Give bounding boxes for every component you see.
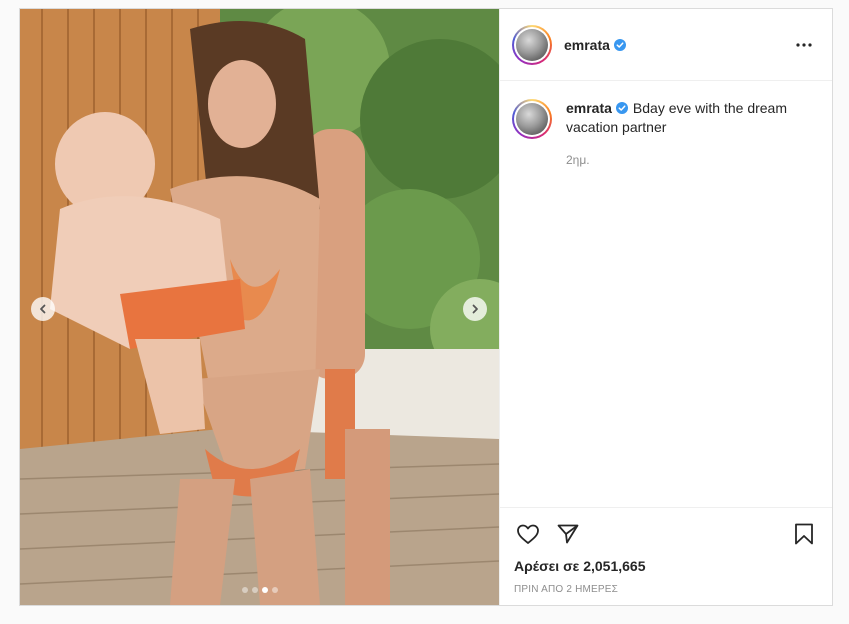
post-card: emrata emrata Bday eve with the dream va… (19, 8, 833, 606)
post-sidebar: emrata emrata Bday eve with the dream va… (499, 9, 832, 605)
post-photo (20, 9, 499, 605)
heart-icon (517, 524, 539, 544)
post-media[interactable] (20, 9, 499, 605)
carousel-dot (242, 587, 248, 593)
likes-count[interactable]: Αρέσει σε 2,051,665 (514, 558, 818, 574)
caption-username[interactable]: emrata (566, 100, 612, 116)
bookmark-icon (795, 523, 813, 545)
share-button[interactable] (554, 520, 582, 548)
caption-avatar[interactable] (512, 99, 552, 139)
chevron-left-icon (40, 304, 46, 314)
carousel-dot (252, 587, 258, 593)
carousel-next-button[interactable] (463, 297, 487, 321)
carousel-indicator (242, 587, 278, 593)
caption: emrata Bday eve with the dream vacation … (512, 99, 820, 170)
carousel-dot (272, 587, 278, 593)
verified-badge-icon (615, 102, 628, 114)
avatar[interactable] (512, 24, 552, 65)
post-timestamp[interactable]: ΠΡΙΝ ΑΠΟ 2 ΗΜΕΡΕΣ (514, 584, 818, 595)
carousel-dot-active (262, 587, 268, 593)
like-button[interactable] (514, 520, 542, 548)
post-username[interactable]: emrata (564, 37, 610, 53)
action-bar (514, 516, 818, 552)
post-actions-area: Αρέσει σε 2,051,665 ΠΡΙΝ ΑΠΟ 2 ΗΜΕΡΕΣ (500, 507, 832, 605)
save-button[interactable] (790, 520, 818, 548)
verified-badge-icon (613, 38, 626, 51)
paper-plane-icon (557, 524, 579, 544)
more-horizontal-icon (796, 42, 812, 47)
more-options-button[interactable] (792, 33, 816, 57)
caption-timestamp[interactable]: 2ημ. (566, 151, 816, 170)
carousel-prev-button[interactable] (31, 297, 55, 321)
comments-section: emrata Bday eve with the dream vacation … (500, 81, 832, 507)
post-header: emrata (500, 9, 832, 81)
chevron-right-icon (472, 304, 478, 314)
